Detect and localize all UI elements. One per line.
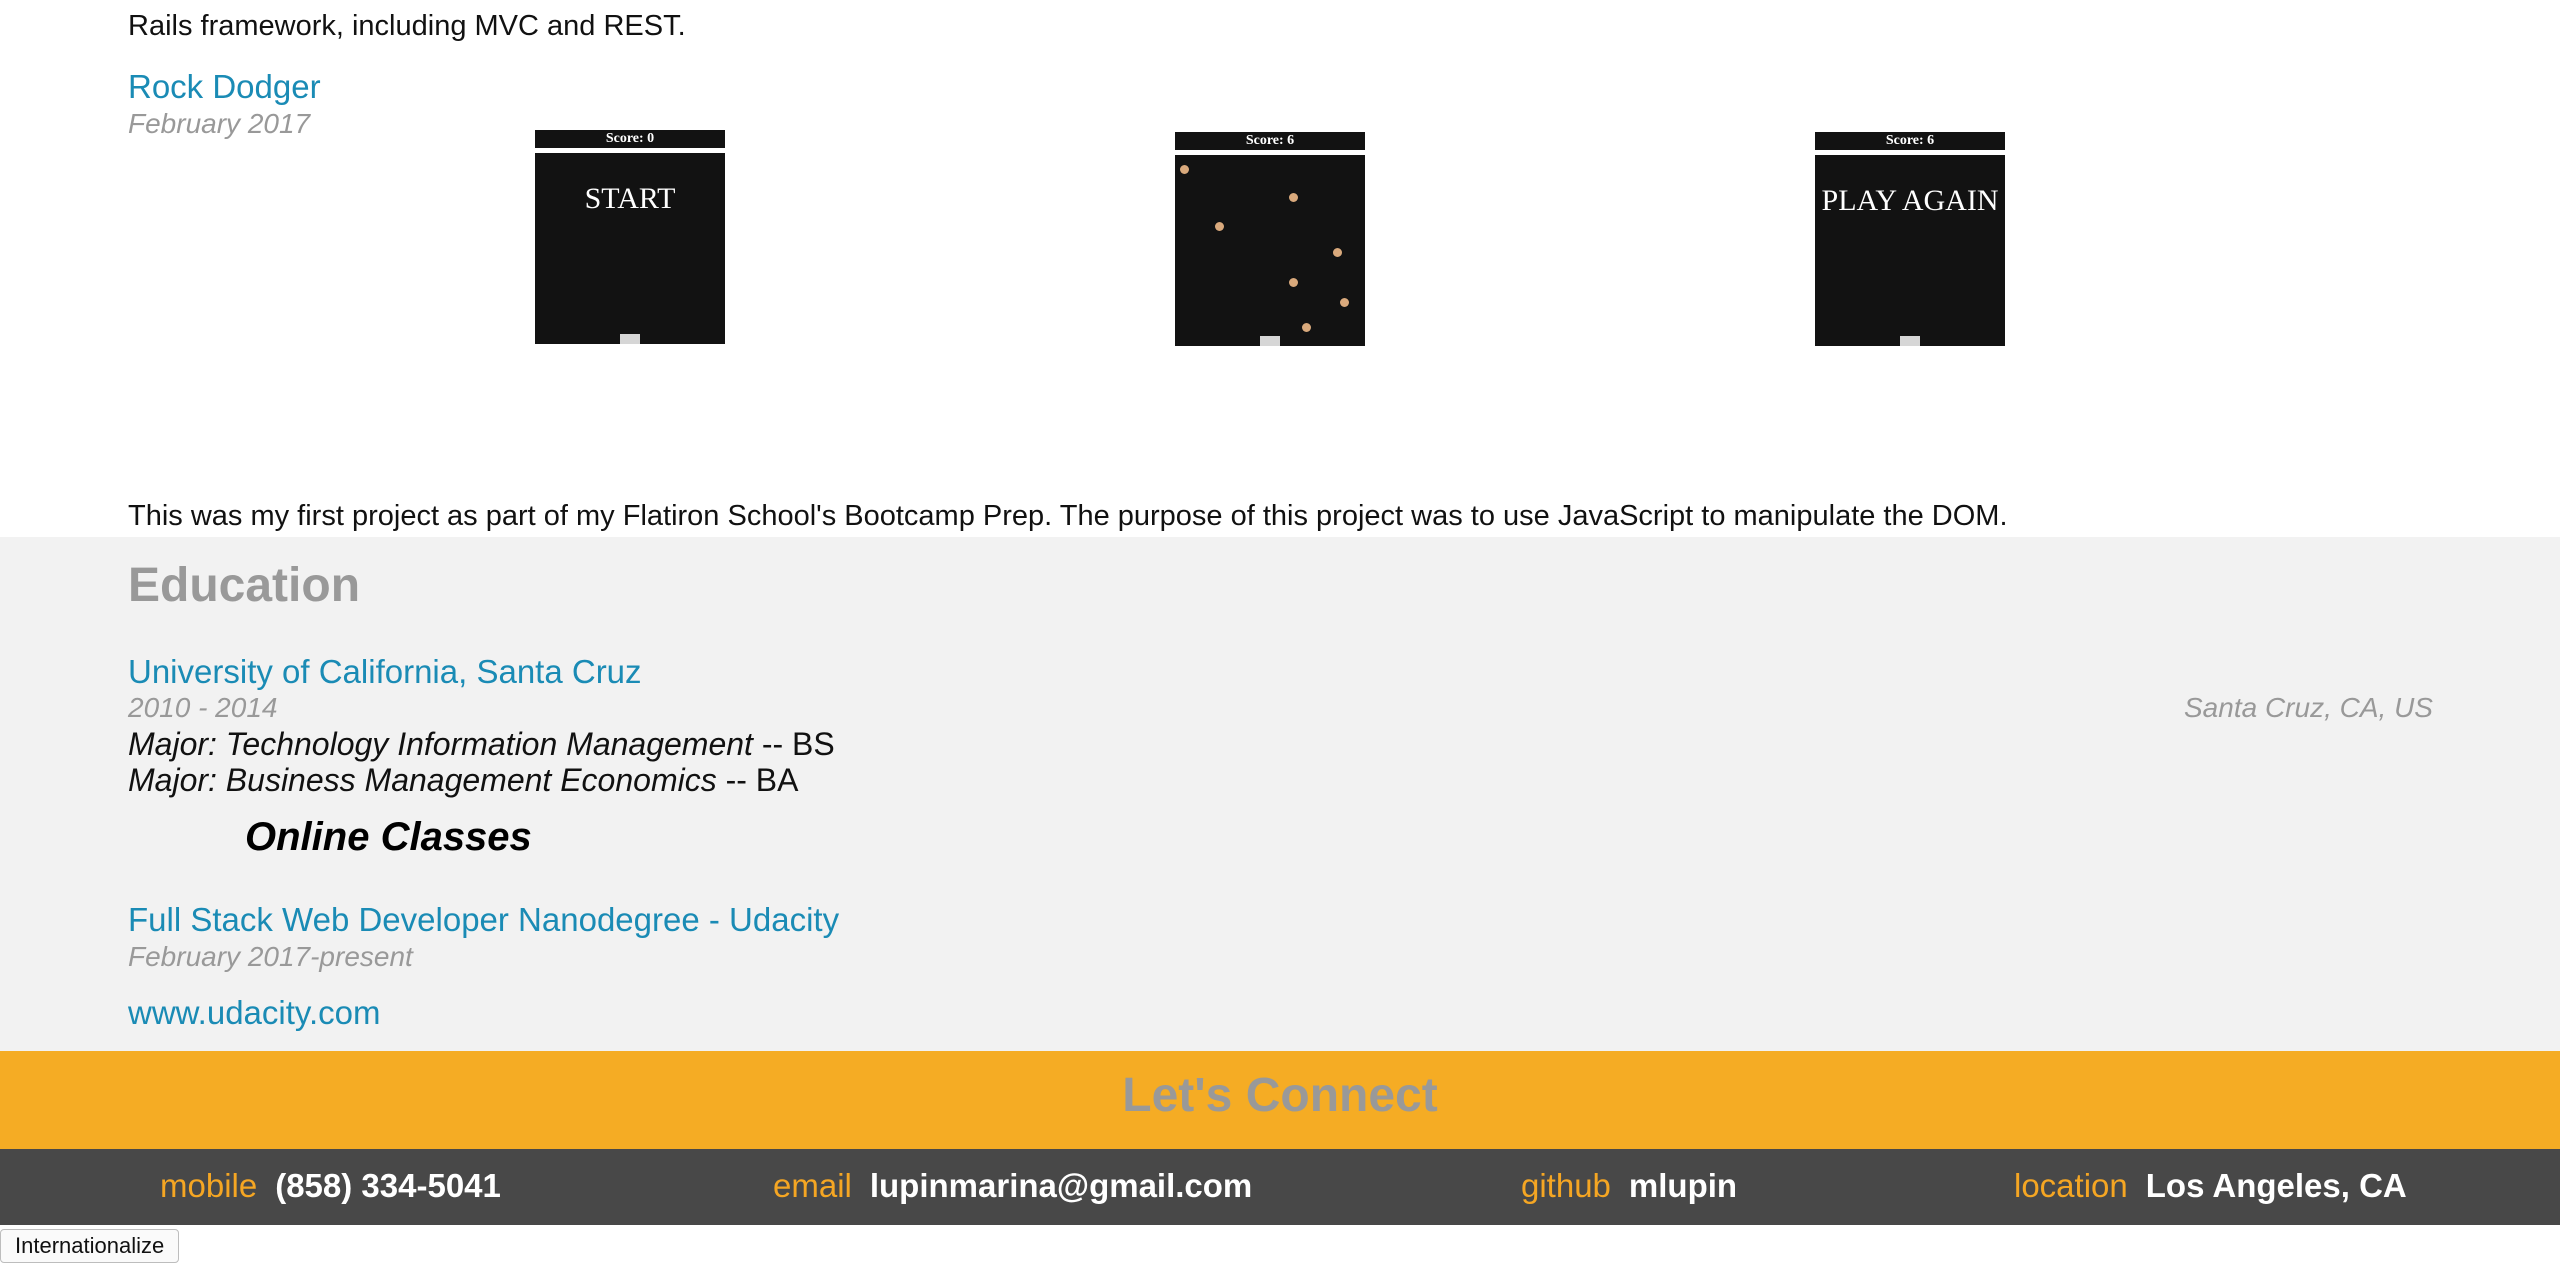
score-label: Score: 6 — [1175, 132, 1365, 150]
score-divider — [1815, 150, 2005, 155]
contact-value: Los Angeles, CA — [2145, 1167, 2407, 1204]
major-degree: -- BA — [716, 762, 799, 798]
online-class-dates: February 2017-present — [128, 941, 413, 972]
contact-email[interactable]: email lupinmarina@gmail.com — [773, 1167, 1252, 1205]
rock — [1289, 193, 1298, 202]
internationalize-button[interactable]: Internationalize — [0, 1229, 180, 1263]
major-degree: -- BS — [752, 726, 835, 762]
contact-value: mlupin — [1628, 1167, 1738, 1204]
player-block — [1260, 336, 1280, 346]
contact-github[interactable]: github mlupin — [1521, 1167, 1737, 1205]
education-heading: Education — [128, 559, 361, 612]
play-again-message: PLAY AGAIN — [1821, 184, 1999, 217]
rock — [1215, 222, 1224, 231]
game-screenshot-playing: Score: 6 — [1175, 132, 1365, 346]
rock — [1302, 323, 1311, 332]
project-title-link[interactable]: Rock Dodger — [128, 68, 321, 106]
major-item: Major: Technology Information Management… — [128, 726, 835, 763]
previous-project-description: Rails framework, including MVC and REST. — [128, 10, 686, 42]
contact-label: location — [2014, 1167, 2128, 1204]
school-dates: 2010 - 2014 — [128, 692, 278, 723]
player-block — [1900, 336, 1920, 346]
game-screenshot-play-again: Score: 6 PLAY AGAIN — [1815, 132, 2005, 346]
game-screenshot-start: Score: 0 START — [535, 130, 725, 344]
start-message: START — [584, 182, 676, 215]
major-name: Major: Business Management Economics — [128, 762, 717, 798]
contact-label: mobile — [160, 1167, 258, 1204]
project-description: This was my first project as part of my … — [128, 500, 2008, 532]
contact-mobile[interactable]: mobile (858) 334-5041 — [160, 1167, 501, 1205]
online-classes-heading: Online Classes — [245, 815, 532, 859]
contact-label: email — [773, 1167, 852, 1204]
major-name: Major: Technology Information Management — [128, 726, 753, 762]
rock — [1340, 298, 1349, 307]
contact-label: github — [1521, 1167, 1611, 1204]
score-divider — [1175, 150, 1365, 155]
score-label: Score: 0 — [535, 130, 725, 148]
rock — [1289, 278, 1298, 287]
project-date: February 2017 — [128, 108, 311, 139]
online-class-url-link[interactable]: www.udacity.com — [128, 994, 380, 1032]
player-block — [620, 334, 640, 344]
contact-value: lupinmarina@gmail.com — [869, 1167, 1253, 1204]
score-divider — [535, 148, 725, 153]
school-name-link[interactable]: University of California, Santa Cruz — [128, 653, 642, 691]
score-label: Score: 6 — [1815, 132, 2005, 150]
rock — [1180, 165, 1189, 174]
contact-location[interactable]: location Los Angeles, CA — [2014, 1167, 2407, 1205]
contact-value: (858) 334-5041 — [275, 1167, 501, 1204]
major-item: Major: Business Management Economics -- … — [128, 762, 798, 799]
lets-connect-heading: Let's Connect — [1122, 1069, 1438, 1122]
school-location: Santa Cruz, CA, US — [2184, 692, 2433, 723]
rock — [1333, 248, 1342, 257]
online-class-title-link[interactable]: Full Stack Web Developer Nanodegree - Ud… — [128, 901, 839, 939]
